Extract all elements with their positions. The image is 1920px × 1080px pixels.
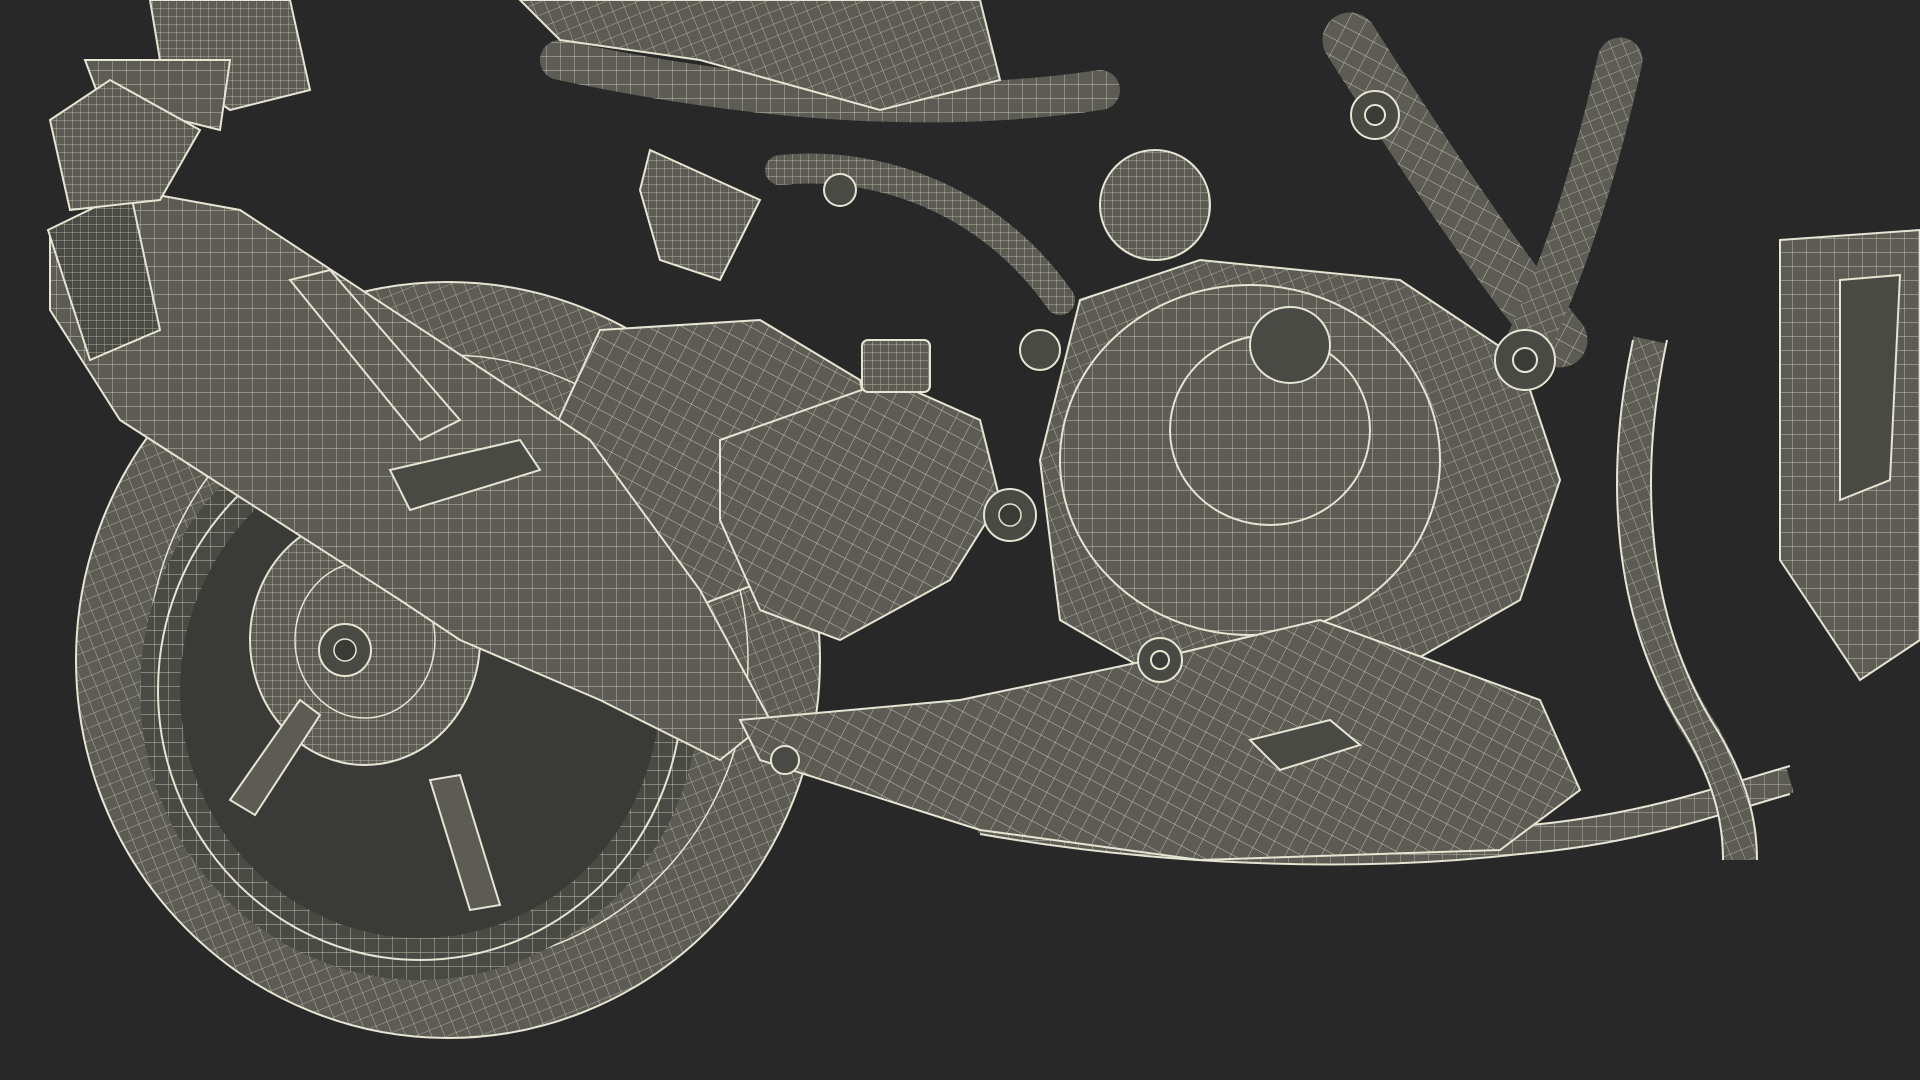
brake-reservoir [861,339,931,393]
wireframe-scene [46,0,1920,1039]
radiator-guard [1779,228,1920,682]
render-viewport [0,0,1920,1080]
